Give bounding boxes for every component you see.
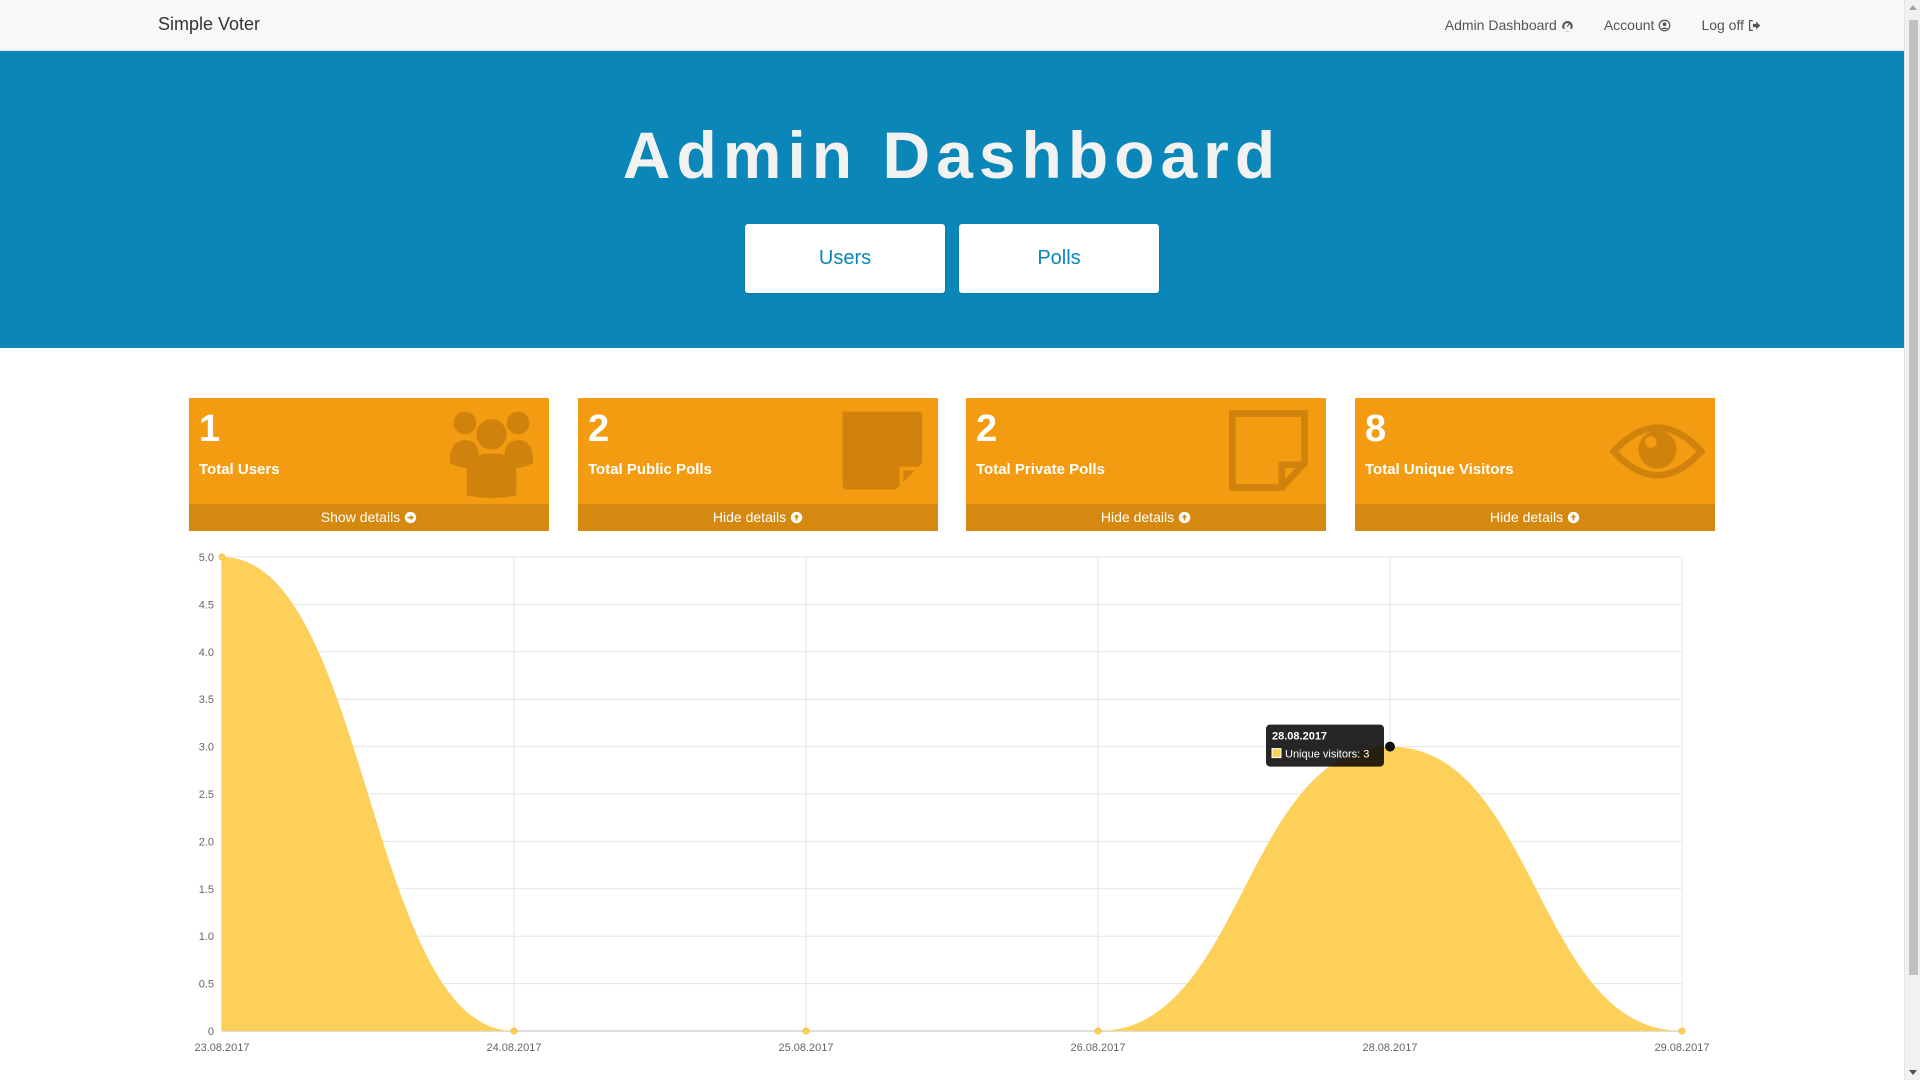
users-button[interactable]: Users: [745, 224, 945, 293]
scroll-down-arrow-icon[interactable]: [1909, 1070, 1917, 1075]
hide-details-link[interactable]: Hide details: [1355, 504, 1715, 531]
nav-log-off[interactable]: Log off: [1701, 17, 1761, 33]
x-tick-label: 25.08.2017: [778, 1042, 833, 1054]
nav-account[interactable]: Account: [1604, 17, 1672, 33]
brand-link[interactable]: Simple Voter: [158, 14, 260, 35]
x-tick-label: 24.08.2017: [486, 1042, 541, 1054]
nav-admin-dashboard[interactable]: Admin Dashboard: [1445, 17, 1574, 33]
y-tick-label: 1.5: [199, 884, 214, 896]
sign-out-icon: [1748, 19, 1761, 31]
dashboard-icon: [1561, 20, 1574, 32]
stat-card-total-users: 1 Total Users Show details: [189, 398, 549, 531]
stat-card-public-polls: 2 Total Public Polls Hide details: [578, 398, 938, 531]
arrow-circle-up-icon: [1178, 511, 1191, 524]
stat-label: Total Unique Visitors: [1365, 461, 1514, 478]
vertical-scrollbar[interactable]: [1904, 0, 1920, 1080]
tooltip-swatch: [1271, 748, 1282, 759]
y-tick-label: 5.0: [199, 552, 214, 564]
data-point: [510, 1027, 518, 1035]
y-tick-label: 3.5: [199, 694, 214, 706]
stat-label: Total Public Polls: [588, 461, 712, 478]
users-group-icon: [449, 411, 534, 499]
scroll-up-arrow-icon[interactable]: [1909, 5, 1917, 10]
nav-admin-dashboard-label: Admin Dashboard: [1444, 17, 1557, 33]
nav-links: Admin Dashboard Account Log off: [1445, 17, 1761, 33]
nav-account-label: Account: [1603, 17, 1655, 33]
data-point: [1678, 1027, 1686, 1035]
card-footer-label: Hide details: [1100, 509, 1175, 525]
tooltip-value: Unique visitors: 3: [1285, 749, 1369, 761]
data-point: [1094, 1027, 1102, 1035]
stat-label: Total Private Polls: [976, 461, 1105, 478]
show-details-link[interactable]: Show details: [189, 504, 549, 531]
sticky-note-filled-icon: [842, 411, 923, 490]
data-point: [218, 553, 226, 561]
polls-button[interactable]: Polls: [959, 224, 1159, 293]
page-title: Admin Dashboard: [622, 118, 1282, 192]
y-tick-label: 3.0: [199, 742, 214, 754]
user-circle-icon: [1659, 19, 1671, 31]
hero-banner: Admin Dashboard Users Polls: [0, 51, 1904, 348]
arrow-circle-up-icon: [1567, 511, 1580, 524]
stat-value: 2: [976, 408, 998, 450]
arrow-circle-up-icon: [790, 511, 803, 524]
active-data-point: [1385, 741, 1395, 752]
card-footer-label: Hide details: [712, 509, 787, 525]
tooltip-title: 28.08.2017: [1272, 731, 1327, 743]
y-tick-label: 1.0: [199, 931, 214, 943]
hide-details-link[interactable]: Hide details: [578, 504, 938, 531]
x-tick-label: 28.08.2017: [1362, 1042, 1417, 1054]
card-footer-label: Hide details: [1489, 509, 1564, 525]
arrow-circle-right-icon: [405, 511, 417, 524]
card-footer-label: Show details: [320, 509, 401, 525]
data-point: [802, 1027, 810, 1035]
page: Simple Voter Admin Dashboard Account Log…: [0, 0, 1920, 1080]
stat-card-private-polls: 2 Total Private Polls Hide details: [966, 398, 1326, 531]
x-tick-label: 26.08.2017: [1070, 1042, 1125, 1054]
sticky-note-outline-icon: [1229, 410, 1308, 491]
navbar: Simple Voter Admin Dashboard Account Log…: [0, 0, 1904, 51]
y-tick-label: 2.0: [199, 836, 214, 848]
x-tick-label: 29.08.2017: [1654, 1042, 1709, 1054]
x-tick-label: 23.08.2017: [194, 1042, 249, 1054]
y-tick-label: 4.5: [199, 599, 214, 611]
y-tick-label: 2.5: [199, 789, 214, 801]
stat-card-unique-visitors: 8 Total Unique Visitors Hide details: [1355, 398, 1715, 531]
eye-icon: [1610, 424, 1705, 479]
stat-value: 1: [199, 408, 221, 450]
unique-visitors-chart: 0 0.5 1.0 1.5 2.0 2.5 3.0 3.5 4.0 4.5 5.0 23.08.201…: [194, 552, 1709, 1054]
chart-tooltip: 28.08.2017 Unique visitors: 3: [1266, 724, 1384, 767]
nav-log-off-label: Log off: [1701, 17, 1744, 33]
scrollbar-thumb[interactable]: [1909, 20, 1918, 975]
stat-label: Total Users: [199, 461, 280, 478]
hide-details-link[interactable]: Hide details: [966, 504, 1326, 531]
stat-value: 8: [1365, 408, 1387, 450]
y-tick-label: 4.0: [199, 647, 214, 659]
stat-value: 2: [588, 408, 610, 450]
y-tick-label: 0: [208, 1026, 214, 1038]
y-tick-label: 0.5: [199, 979, 214, 991]
